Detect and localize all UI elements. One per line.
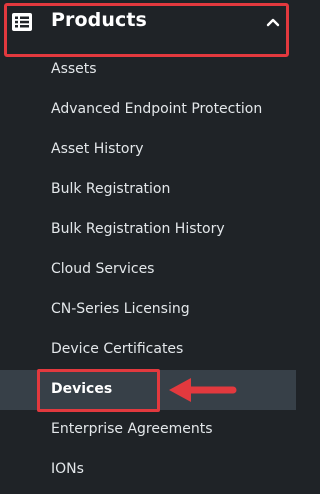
menu-item-cn-series-licensing[interactable]: CN-Series Licensing bbox=[0, 290, 296, 330]
menu-item-label: Cloud Services bbox=[51, 261, 155, 277]
menu-item-ions[interactable]: IONs bbox=[0, 450, 296, 490]
menu-item-label: Bulk Registration bbox=[51, 181, 171, 197]
menu-item-asset-history[interactable]: Asset History bbox=[0, 130, 296, 170]
menu-item-label: Advanced Endpoint Protection bbox=[51, 101, 263, 117]
menu-item-advanced-endpoint-protection[interactable]: Advanced Endpoint Protection bbox=[0, 90, 296, 130]
menu-item-bulk-registration-history[interactable]: Bulk Registration History bbox=[0, 210, 296, 250]
menu-item-label: Asset History bbox=[51, 141, 144, 157]
menu-item-label: Bulk Registration History bbox=[51, 221, 225, 237]
menu-item-enterprise-agreements[interactable]: Enterprise Agreements bbox=[0, 410, 296, 450]
menu-item-label: Assets bbox=[51, 61, 97, 77]
devices-highlight-box bbox=[37, 369, 160, 412]
products-highlight-box bbox=[4, 3, 289, 57]
menu-item-cloud-services[interactable]: Cloud Services bbox=[0, 250, 296, 290]
menu-item-assets[interactable]: Assets bbox=[0, 50, 296, 90]
menu-item-label: Enterprise Agreements bbox=[51, 421, 213, 437]
menu-item-label: IONs bbox=[51, 461, 84, 477]
menu-item-device-certificates[interactable]: Device Certificates bbox=[0, 330, 296, 370]
menu-item-bulk-registration[interactable]: Bulk Registration bbox=[0, 170, 296, 210]
menu-item-label: Device Certificates bbox=[51, 341, 184, 357]
red-arrow-icon bbox=[169, 378, 237, 402]
menu-item-label: CN-Series Licensing bbox=[51, 301, 190, 317]
